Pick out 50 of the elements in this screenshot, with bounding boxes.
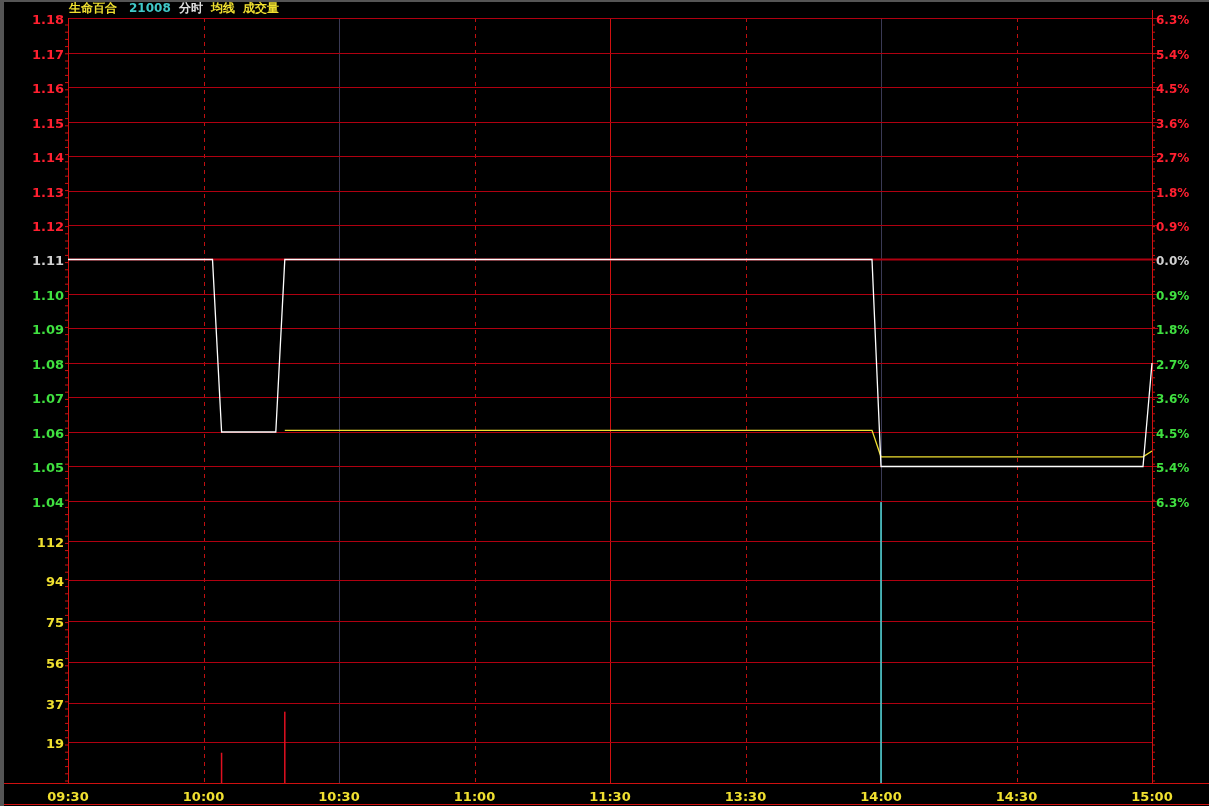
price-axis-label: 1.08 <box>31 356 64 372</box>
volume-axis-label: 75 <box>45 614 64 630</box>
time-axis-label: 11:00 <box>453 789 496 804</box>
percent-axis-label: 2.7% <box>1156 357 1190 372</box>
percent-axis-label: 2.7% <box>1156 150 1190 165</box>
time-axis-label: 11:30 <box>589 789 631 804</box>
price-axis-label: 1.09 <box>31 321 64 337</box>
price-axis-label: 1.11 <box>31 252 64 268</box>
percent-axis-label: 0.9% <box>1156 219 1190 234</box>
price-axis-label: 1.04 <box>31 494 64 510</box>
percent-axis-label: 6.3% <box>1156 495 1190 510</box>
percent-axis-label: 0.9% <box>1156 288 1190 303</box>
percent-axis-label: 1.8% <box>1156 322 1190 337</box>
percent-axis-label: 5.4% <box>1156 460 1190 475</box>
time-axis-label: 13:30 <box>724 789 767 804</box>
price-axis-label: 1.13 <box>31 184 64 200</box>
indicator-label: 均线 <box>210 1 235 16</box>
price-axis-label: 1.14 <box>31 149 64 165</box>
price-axis-label: 1.17 <box>31 46 64 62</box>
volume-axis-label: 37 <box>45 696 64 712</box>
time-axis-label: 14:30 <box>995 789 1038 804</box>
volume-axis-label: 94 <box>45 573 64 589</box>
price-axis-label: 1.05 <box>31 459 64 475</box>
percent-axis-label: 4.5% <box>1156 426 1190 441</box>
volume-axis-label: 56 <box>45 655 64 671</box>
price-axis-label: 1.06 <box>31 425 64 441</box>
time-axis-label: 10:30 <box>318 789 360 804</box>
price-axis-label: 1.12 <box>31 218 64 234</box>
percent-axis-label: 4.5% <box>1156 81 1190 96</box>
price-axis-label: 1.16 <box>31 80 64 96</box>
time-axis-label: 14:00 <box>860 789 902 804</box>
percent-axis-label: 5.4% <box>1156 47 1190 62</box>
stock-code: 21008 <box>129 1 171 16</box>
price-axis-label: 1.18 <box>31 11 64 27</box>
percent-axis-label: 3.6% <box>1156 391 1190 406</box>
percent-axis-label: 3.6% <box>1156 116 1190 131</box>
time-axis-label: 15:00 <box>1131 789 1173 804</box>
indicator-label: 成交量 <box>242 1 279 16</box>
time-axis-label: 10:00 <box>182 789 225 804</box>
stock-name: 生命百合 <box>69 1 117 16</box>
percent-axis-label: 1.8% <box>1156 185 1190 200</box>
indicator-label: 分时 <box>178 1 203 16</box>
percent-axis-label: 0.0% <box>1156 253 1190 268</box>
price-axis-label: 1.07 <box>31 390 64 406</box>
volume-axis-label: 112 <box>36 534 64 550</box>
price-axis-label: 1.10 <box>31 287 64 303</box>
percent-axis-label: 6.3% <box>1156 12 1190 27</box>
time-axis-label: 09:30 <box>47 789 89 804</box>
volume-axis-label: 19 <box>45 735 64 751</box>
price-axis-label: 1.15 <box>31 115 64 131</box>
